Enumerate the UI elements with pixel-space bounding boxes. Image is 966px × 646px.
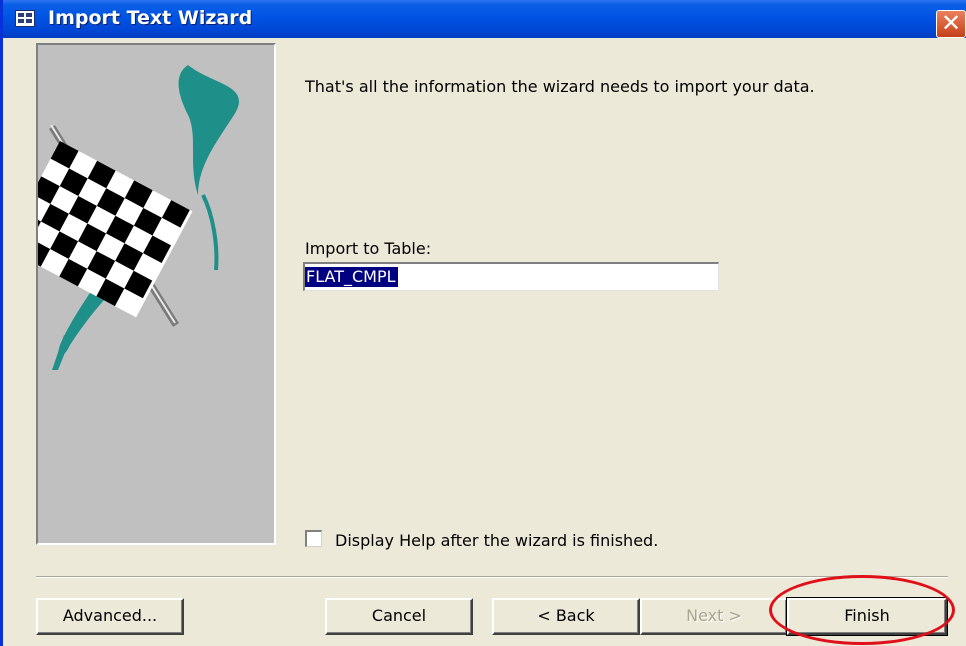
cancel-button-label: Cancel: [371, 606, 427, 625]
title-bar[interactable]: Import Text Wizard ✕: [3, 0, 966, 38]
display-help-checkbox[interactable]: [305, 530, 322, 547]
import-to-table-input[interactable]: FLAT_CMPL: [303, 262, 719, 291]
window-title: Import Text Wizard: [48, 7, 253, 29]
wizard-message: That's all the information the wizard ne…: [305, 77, 815, 96]
import-text-wizard-dialog: Import Text Wizard ✕ That's all the info…: [0, 0, 966, 646]
next-button: Next >: [640, 598, 788, 635]
import-to-table-label: Import to Table:: [305, 239, 432, 258]
button-separator: [36, 576, 948, 578]
next-button-label: Next >: [686, 606, 742, 625]
wizard-finish-image: [3, 43, 276, 545]
back-button[interactable]: < Back: [492, 598, 640, 635]
finish-button[interactable]: Finish: [786, 597, 948, 636]
advanced-button-label: Advanced...: [62, 606, 158, 625]
checkered-flag-icon: [3, 65, 239, 370]
close-button[interactable]: ✕: [936, 10, 966, 38]
finish-button-label: Finish: [844, 606, 890, 625]
table-icon: [15, 10, 35, 27]
advanced-button[interactable]: Advanced...: [36, 598, 184, 635]
table-name-value: FLAT_CMPL: [305, 267, 398, 287]
display-help-label[interactable]: Display Help after the wizard is finishe…: [335, 531, 658, 550]
cancel-button[interactable]: Cancel: [325, 598, 473, 635]
back-button-label: < Back: [537, 606, 595, 625]
